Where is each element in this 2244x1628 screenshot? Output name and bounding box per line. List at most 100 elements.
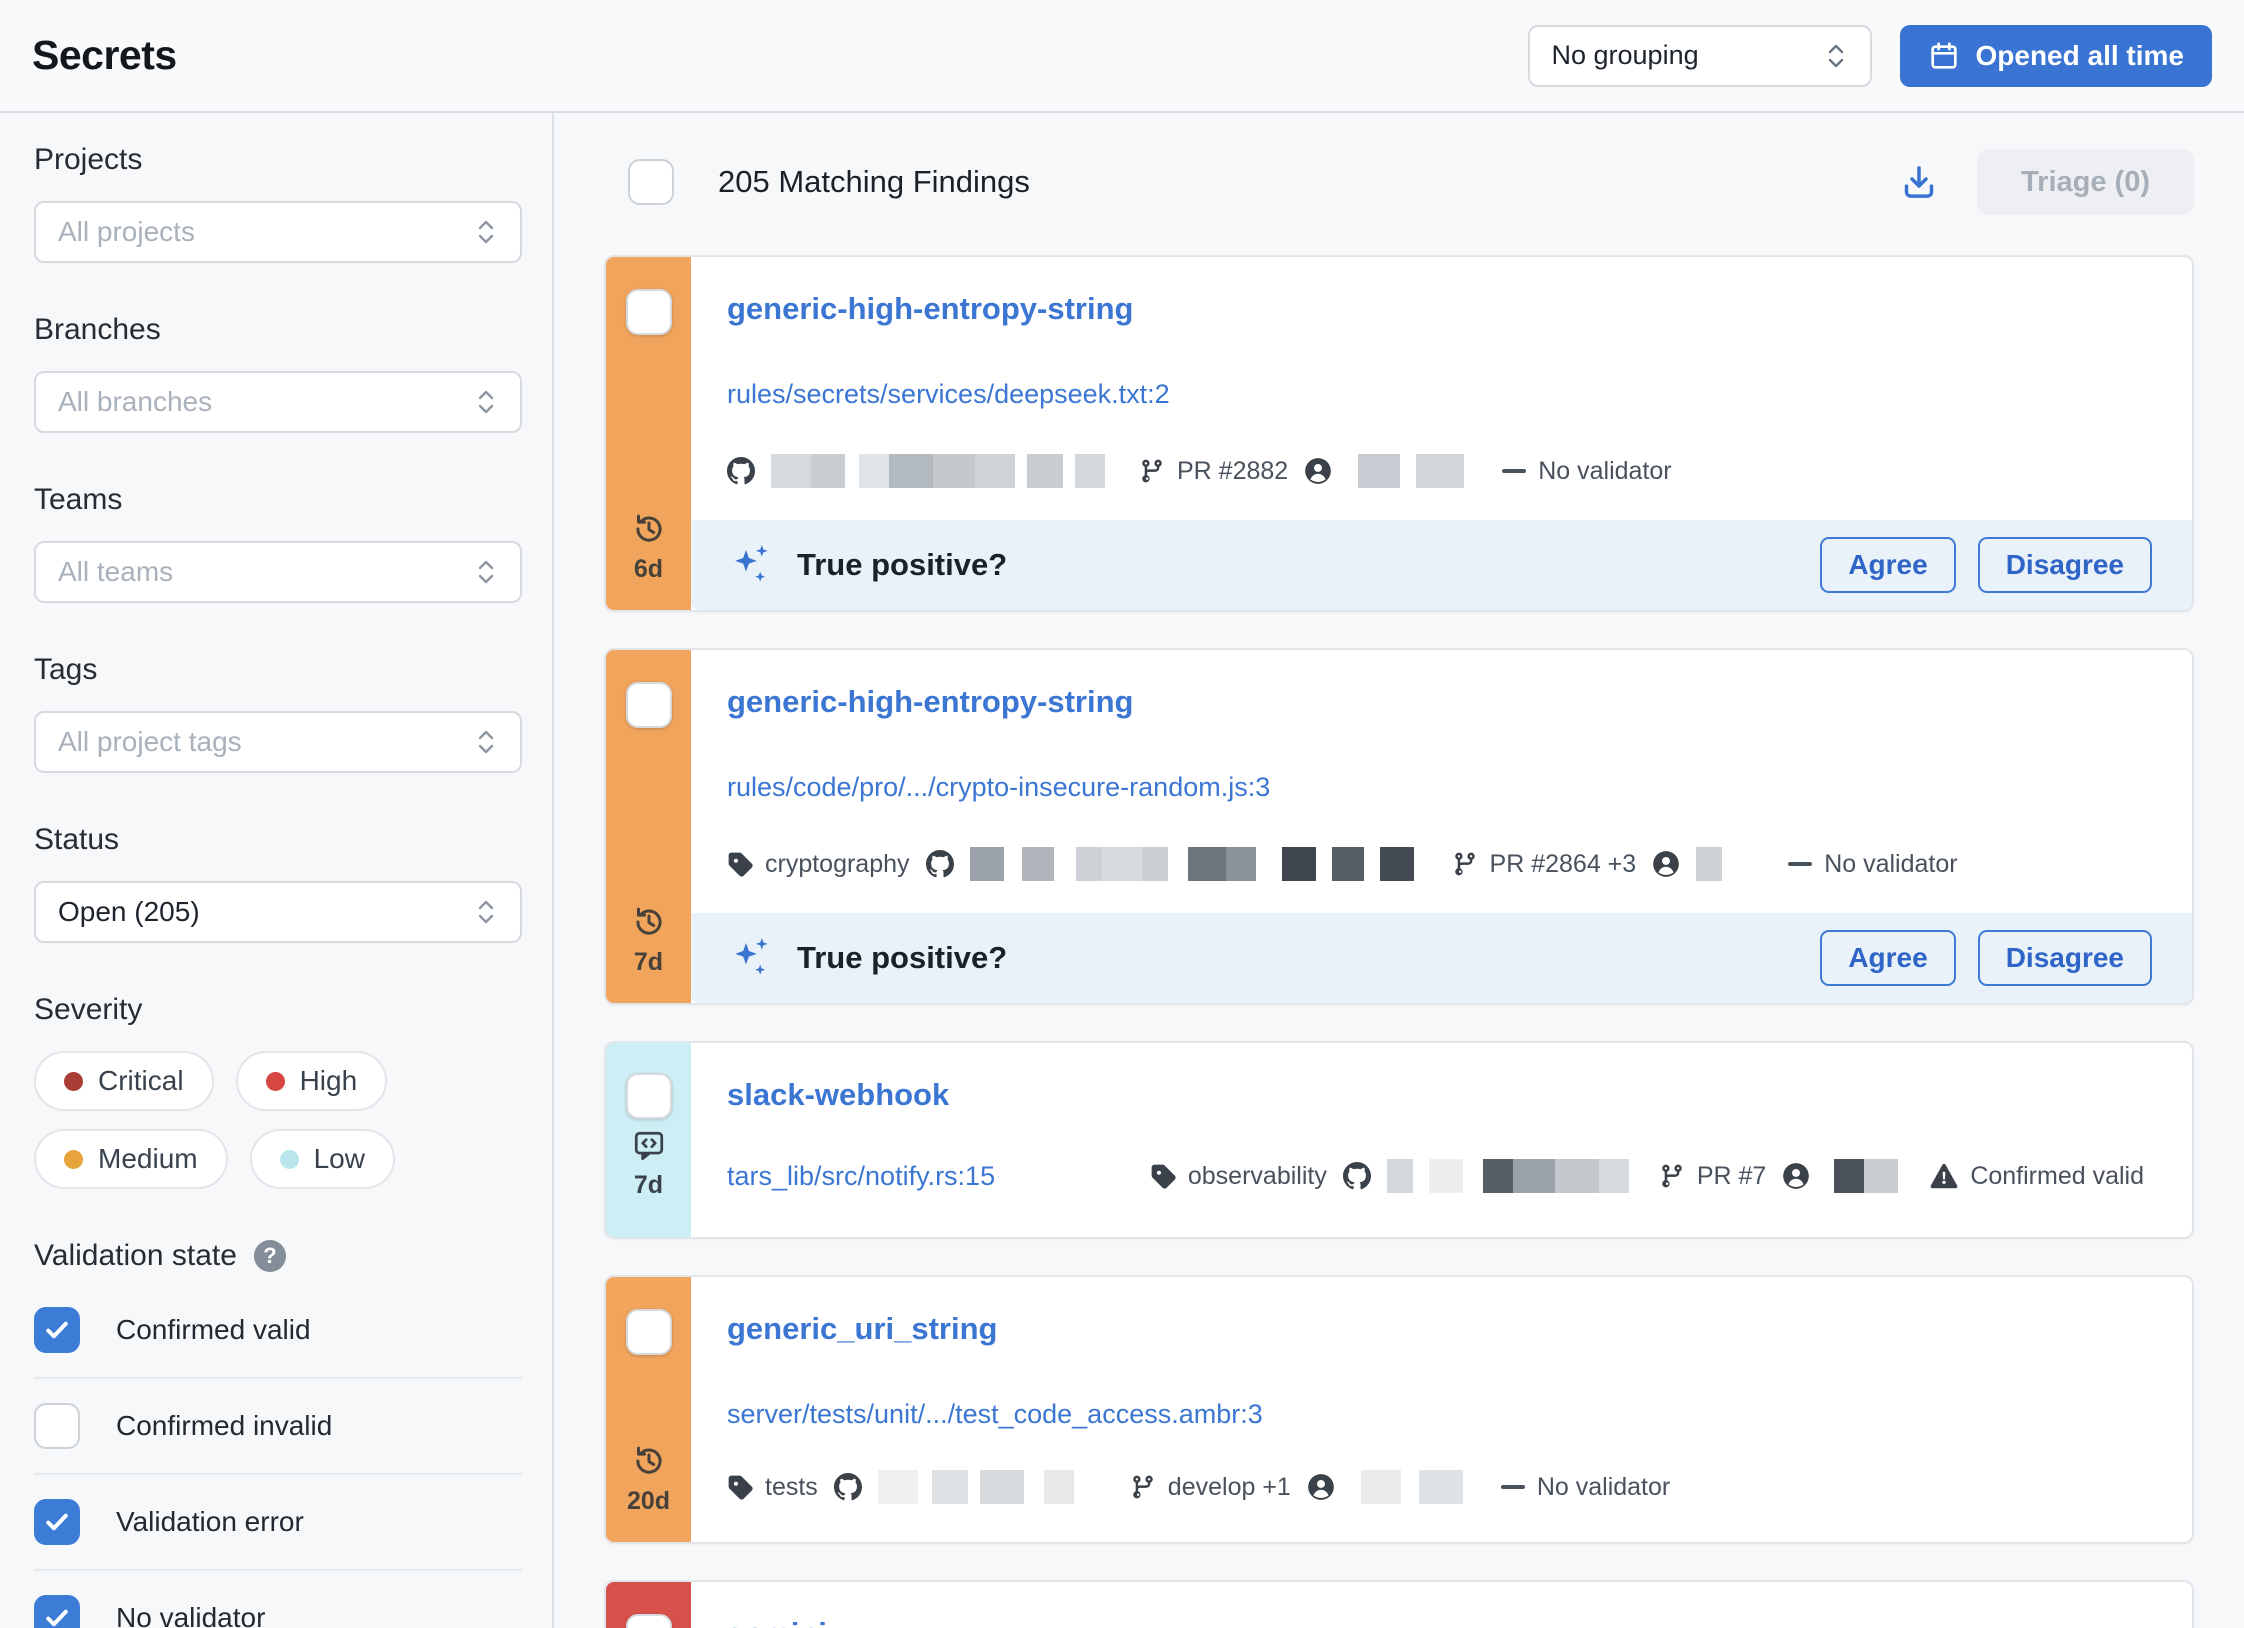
finding-checkbox[interactable]: [626, 1309, 672, 1355]
pull-request-link[interactable]: PR #2864 +3: [1452, 850, 1637, 879]
grouping-select[interactable]: No grouping: [1528, 25, 1872, 87]
filter-status: Status Open (205): [34, 823, 522, 943]
branches-select-value: All branches: [58, 386, 212, 418]
severity-pill-medium[interactable]: Medium: [34, 1129, 228, 1189]
finding-title-link[interactable]: generic-high-entropy-string: [727, 291, 1133, 326]
tag-icon: [727, 1474, 753, 1500]
finding-card: 7d slack-webhook tars_lib/src/notify.rs:…: [604, 1041, 2194, 1239]
warning-icon: [1930, 1162, 1958, 1190]
pull-request-link[interactable]: PR #2882: [1139, 457, 1288, 486]
tags-select[interactable]: All project tags: [34, 711, 522, 773]
redacted-text: [970, 847, 1414, 881]
dash-icon: [1788, 862, 1812, 866]
chevron-updown-icon: [474, 217, 498, 247]
checkbox-confirmed-valid[interactable]: Confirmed valid: [34, 1283, 522, 1379]
disagree-button[interactable]: Disagree: [1978, 537, 2152, 593]
checkbox-unchecked-icon: [34, 1403, 80, 1449]
chevron-updown-icon: [474, 557, 498, 587]
select-all-checkbox[interactable]: [628, 159, 674, 205]
status-select[interactable]: Open (205): [34, 881, 522, 943]
finding-path-link[interactable]: server/tests/unit/.../test_code_access.a…: [727, 1399, 1263, 1430]
date-filter-label: Opened all time: [1976, 40, 2185, 72]
ai-triage-panel: True positive? Agree Disagree: [691, 913, 2192, 1003]
severity-pill-low[interactable]: Low: [250, 1129, 395, 1189]
github-icon: [727, 457, 755, 485]
redacted-text: [1351, 1470, 1463, 1504]
tags-label: Tags: [34, 653, 522, 687]
secrets-dashboard: Secrets No grouping Opened all time Proj…: [0, 0, 2244, 1628]
finding-card: gemini: [604, 1580, 2194, 1628]
finding-title-link[interactable]: gemini: [727, 1616, 827, 1628]
chevron-updown-icon: [474, 387, 498, 417]
finding-meta-row: tests d: [727, 1470, 2148, 1504]
project-tag: observability: [1150, 1162, 1327, 1191]
findings-list: 205 Matching Findings Triage (0) 6d: [554, 113, 2244, 1628]
grouping-select-value: No grouping: [1552, 40, 1699, 71]
checkbox-checked-icon: [34, 1499, 80, 1545]
svg-text:?: ?: [263, 1243, 276, 1268]
checkbox-validation-error[interactable]: Validation error: [34, 1475, 522, 1571]
agree-button[interactable]: Agree: [1820, 537, 1955, 593]
finding-title-link[interactable]: generic_uri_string: [727, 1311, 997, 1346]
page-title: Secrets: [32, 32, 177, 79]
agree-button[interactable]: Agree: [1820, 930, 1955, 986]
filter-validation-state: Validation state ? Confirmed valid Confi…: [34, 1239, 522, 1628]
finding-checkbox[interactable]: [626, 1073, 672, 1119]
tag-icon: [727, 851, 753, 877]
top-bar-actions: No grouping Opened all time: [1528, 25, 2213, 87]
tag-icon: [1150, 1163, 1176, 1189]
finding-checkbox[interactable]: [626, 1614, 672, 1628]
checkbox-no-validator[interactable]: No validator: [34, 1571, 522, 1628]
pull-request-link[interactable]: PR #7: [1659, 1162, 1766, 1191]
severity-pill-high[interactable]: High: [236, 1051, 388, 1111]
checkbox-confirmed-invalid[interactable]: Confirmed invalid: [34, 1379, 522, 1475]
finding-path-link[interactable]: tars_lib/src/notify.rs:15: [727, 1161, 995, 1192]
sparkle-icon: [731, 936, 771, 980]
validator-status: Confirmed valid: [1930, 1162, 2144, 1191]
branches-label: Branches: [34, 313, 522, 347]
branches-select[interactable]: All branches: [34, 371, 522, 433]
finding-title-link[interactable]: generic-high-entropy-string: [727, 684, 1133, 719]
redacted-text: [1826, 1159, 1898, 1193]
redacted-text: [771, 454, 1105, 488]
finding-path-link[interactable]: rules/secrets/services/deepseek.txt:2: [727, 379, 1170, 410]
checkbox-checked-icon: [34, 1595, 80, 1628]
finding-checkbox[interactable]: [626, 682, 672, 728]
author-avatar-icon: [1304, 457, 1332, 485]
finding-age: 7d: [634, 1171, 663, 1200]
date-filter-button[interactable]: Opened all time: [1900, 25, 2213, 87]
finding-checkbox[interactable]: [626, 289, 672, 335]
teams-select[interactable]: All teams: [34, 541, 522, 603]
low-dot-icon: [280, 1150, 299, 1169]
redacted-text: [878, 1470, 1074, 1504]
filter-projects: Projects All projects: [34, 143, 522, 263]
validation-state-label: Validation state: [34, 1239, 237, 1273]
critical-dot-icon: [64, 1072, 83, 1091]
finding-card: 6d generic-high-entropy-string rules/sec…: [604, 255, 2194, 612]
help-icon[interactable]: ?: [253, 1239, 287, 1273]
list-header: 205 Matching Findings Triage (0): [604, 151, 2194, 213]
ai-question: True positive?: [797, 547, 1007, 583]
download-button[interactable]: [1899, 162, 1939, 202]
matching-findings-count: 205 Matching Findings: [718, 164, 1030, 200]
severity-pill-critical[interactable]: Critical: [34, 1051, 214, 1111]
git-branch-icon: [1452, 851, 1478, 877]
finding-path-link[interactable]: rules/code/pro/.../crypto-insecure-rando…: [727, 772, 1270, 803]
disagree-button[interactable]: Disagree: [1978, 930, 2152, 986]
projects-select-value: All projects: [58, 216, 195, 248]
finding-title-link[interactable]: slack-webhook: [727, 1077, 949, 1112]
branch-link[interactable]: develop +1: [1130, 1473, 1291, 1502]
validator-status: No validator: [1788, 850, 1957, 879]
author-avatar-icon: [1307, 1473, 1335, 1501]
chevron-updown-icon: [1824, 41, 1848, 71]
author-avatar-icon: [1652, 850, 1680, 878]
history-icon: [631, 1443, 667, 1479]
tags-select-value: All project tags: [58, 726, 242, 758]
triage-button[interactable]: Triage (0): [1977, 149, 2194, 215]
severity-stripe: 7d: [606, 650, 691, 1003]
projects-select[interactable]: All projects: [34, 201, 522, 263]
checkbox-checked-icon: [34, 1307, 80, 1353]
filter-severity: Severity Critical High Medium: [34, 993, 522, 1189]
history-icon: [631, 511, 667, 547]
medium-dot-icon: [64, 1150, 83, 1169]
